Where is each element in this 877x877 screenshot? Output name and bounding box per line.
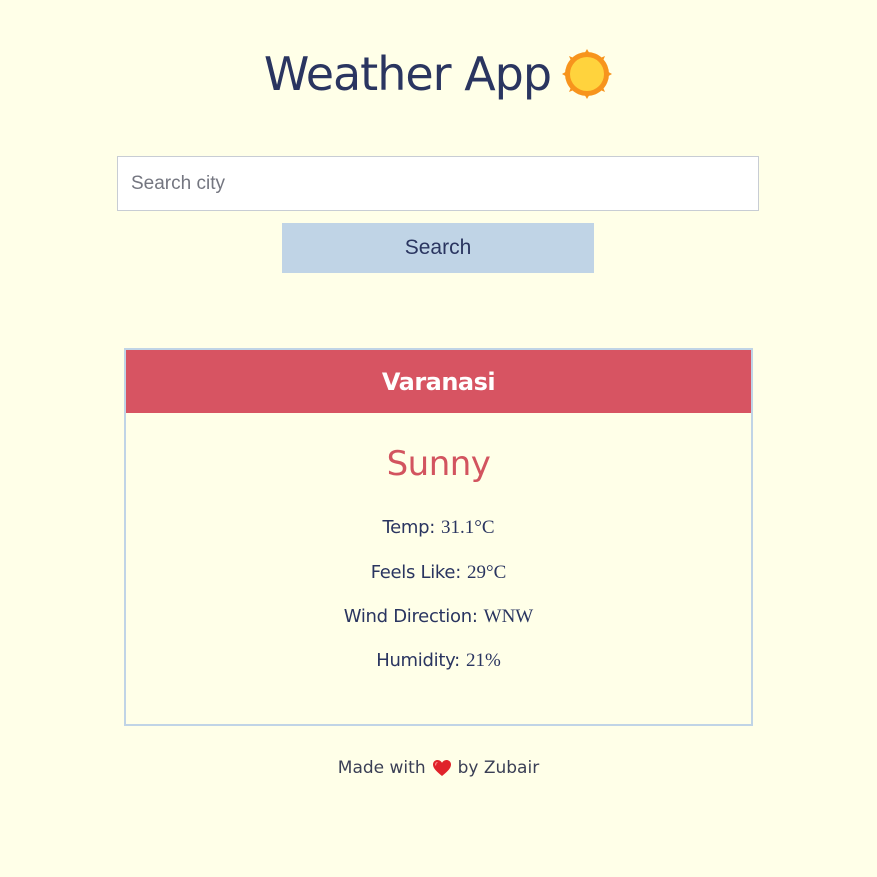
stat-value: 31.1°C <box>441 517 495 538</box>
footer-prefix: Made with <box>337 758 426 778</box>
stat-wind-direction: Wind Direction: WNW <box>126 603 751 630</box>
stat-feels-like: Feels Like: 29°C <box>126 559 751 586</box>
city-name: Varanasi <box>381 367 496 396</box>
heart-icon <box>432 760 451 776</box>
stat-label: Feels Like: <box>370 562 462 583</box>
weather-card-header: Varanasi <box>126 350 751 413</box>
stat-value: WNW <box>483 606 534 627</box>
stat-value: 21% <box>465 650 501 671</box>
search-city-input[interactable] <box>117 156 759 211</box>
sun-icon <box>562 49 613 99</box>
stat-label: Temp: <box>382 517 435 538</box>
app-title: Weather App <box>263 47 552 101</box>
weather-condition: Sunny <box>386 444 491 484</box>
footer-suffix: by Zubair <box>457 758 540 778</box>
footer: Made with by Zubair <box>0 758 877 778</box>
app-header: Weather App <box>0 44 877 104</box>
stat-temp: Temp: 31.1°C <box>126 514 751 541</box>
stat-value: 29°C <box>467 562 507 583</box>
stat-label: Wind Direction: <box>343 606 478 627</box>
stat-humidity: Humidity: 21% <box>126 647 751 674</box>
weather-app-page: Weather App Search Varanasi Sunny <box>0 0 877 877</box>
stat-label: Humidity: <box>376 650 460 671</box>
search-button[interactable]: Search <box>282 223 594 273</box>
weather-card: Varanasi Sunny Temp: 31.1°C Feels Like: … <box>124 348 753 726</box>
